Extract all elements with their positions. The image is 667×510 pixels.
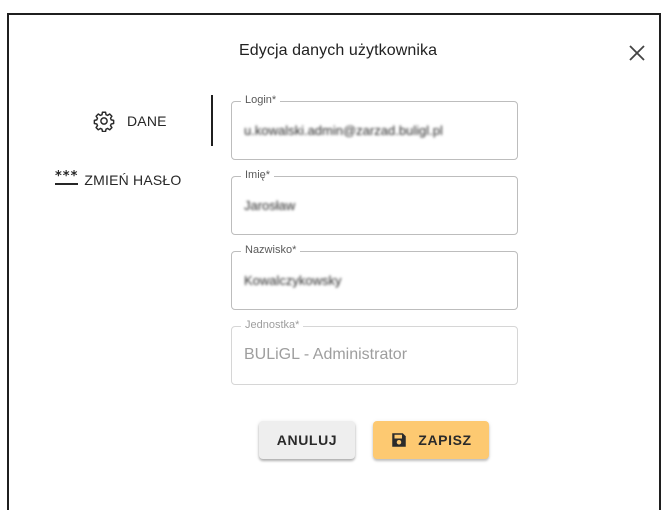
nav-item-dane[interactable]: DANE: [93, 107, 167, 135]
nav-item-zmien-haslo[interactable]: *** ZMIEŃ HASŁO: [55, 169, 182, 191]
nazwisko-field[interactable]: Nazwisko* Kowalczykowsky: [231, 244, 518, 310]
save-button[interactable]: ZAPISZ: [373, 421, 489, 459]
nav-item-dane-label: DANE: [127, 113, 167, 129]
dialog-title: Edycja danych użytkownika: [239, 42, 438, 59]
imie-input[interactable]: Jarosław: [244, 198, 507, 213]
imie-field[interactable]: Imię* Jarosław: [231, 169, 518, 235]
cancel-button[interactable]: ANULUJ: [259, 421, 355, 459]
cancel-button-label: ANULUJ: [276, 432, 338, 448]
save-button-label: ZAPISZ: [418, 432, 472, 448]
login-label: Login*: [241, 94, 281, 106]
active-nav-indicator: [211, 95, 213, 146]
nav-item-zmien-haslo-label: ZMIEŃ HASŁO: [84, 172, 182, 188]
login-field[interactable]: Login* u.kowalski.admin@zarzad.buligl.pl: [231, 94, 518, 160]
nazwisko-label: Nazwisko*: [241, 244, 301, 256]
floppy-disk-icon: [390, 431, 408, 449]
login-input[interactable]: u.kowalski.admin@zarzad.buligl.pl: [244, 123, 507, 138]
jednostka-input: BULiGL - Administrator: [244, 346, 408, 363]
imie-label: Imię*: [241, 169, 275, 181]
password-icon: ***: [55, 168, 79, 185]
jednostka-field: Jednostka* BULiGL - Administrator: [231, 319, 518, 385]
jednostka-label: Jednostka*: [241, 319, 304, 331]
nazwisko-input[interactable]: Kowalczykowsky: [244, 273, 507, 288]
gear-icon: [93, 110, 115, 133]
close-icon[interactable]: [625, 41, 649, 65]
edit-user-dialog: Edycja danych użytkownika DANE *** ZMIEŃ…: [7, 13, 661, 510]
